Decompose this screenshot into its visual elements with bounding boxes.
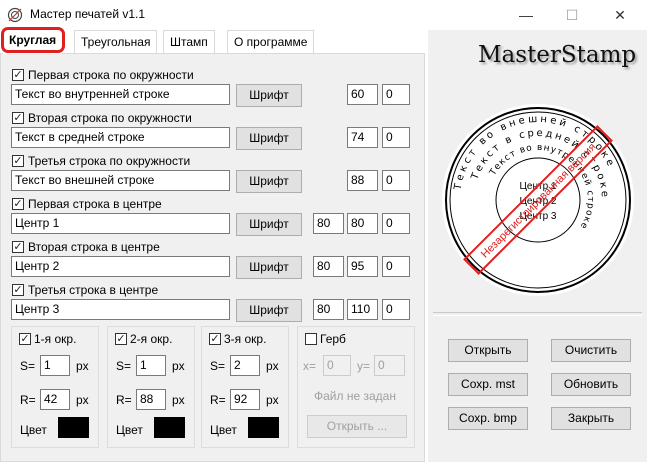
color-swatch[interactable] (58, 417, 89, 438)
row-radius-input[interactable]: 60 (347, 84, 378, 105)
row-text-input[interactable]: Центр 1 (11, 213, 230, 234)
tab-rect-stamp[interactable]: Штамп (163, 30, 215, 53)
row-label: Вторая строка в центре (28, 240, 160, 254)
row-checkbox[interactable]: ✓ (12, 69, 24, 81)
row-checkbox[interactable]: ✓ (12, 198, 24, 210)
stroke-label: S= (20, 359, 36, 373)
maximize-button[interactable]: ☐ (549, 0, 595, 30)
row-label: Первая строка по окружности (28, 68, 194, 82)
emblem-open-button[interactable]: Открыть ... (307, 415, 407, 438)
row-radius-input[interactable]: 74 (347, 127, 378, 148)
stroke-input[interactable]: 1 (40, 355, 70, 376)
radius-label: R= (210, 393, 226, 407)
font-button[interactable]: Шрифт (236, 127, 302, 150)
refresh-button[interactable]: Обновить (551, 373, 631, 396)
window-title: Мастер печатей v1.1 (30, 7, 146, 21)
emblem-y-label: y= (357, 359, 371, 373)
radius-input[interactable]: 42 (40, 389, 70, 410)
stroke-input[interactable]: 1 (136, 355, 166, 376)
row-text-input[interactable]: Центр 2 (11, 256, 230, 277)
row-angle-input[interactable]: 0 (382, 84, 410, 105)
row-radius-input[interactable]: 95 (347, 256, 378, 277)
circle-label: 1-я окр. (34, 332, 77, 346)
emblem-checkbox[interactable] (305, 333, 317, 345)
stroke-input[interactable]: 2 (230, 355, 260, 376)
radius-input[interactable]: 88 (136, 389, 166, 410)
row-angle-input[interactable]: 0 (382, 213, 410, 234)
stroke-unit: px (266, 359, 279, 373)
master-stamp-logo: MasterStamp (478, 42, 637, 68)
stroke-label: S= (210, 359, 226, 373)
row-checkbox[interactable]: ✓ (12, 112, 24, 124)
save-bmp-button[interactable]: Сохр. bmp (448, 407, 528, 430)
row-text-input[interactable]: Текст во внешней строке (11, 170, 230, 191)
font-button[interactable]: Шрифт (236, 213, 302, 236)
stroke-unit: px (172, 359, 185, 373)
row-label: Третья строка в центре (28, 283, 159, 297)
emblem-file-status: Файл не задан (314, 389, 396, 403)
tab-rect-stamp-label: Штамп (170, 35, 208, 49)
save-mst-button[interactable]: Сохр. mst (448, 373, 528, 396)
row-angle-input[interactable]: 0 (382, 299, 410, 320)
row-radius-input[interactable]: 88 (347, 170, 378, 191)
font-button[interactable]: Шрифт (236, 170, 302, 193)
row-label: Первая строка в центре (28, 197, 162, 211)
font-button[interactable]: Шрифт (236, 84, 302, 107)
tab-about-label: О программе (234, 35, 308, 49)
tab-about[interactable]: О программе (227, 30, 315, 53)
circle-checkbox[interactable]: ✓ (115, 333, 127, 345)
minimize-button[interactable]: — (503, 0, 549, 30)
radius-label: R= (20, 393, 36, 407)
radius-unit: px (172, 393, 185, 407)
color-swatch[interactable] (154, 417, 185, 438)
open-button[interactable]: Открыть (448, 339, 528, 362)
row-x-input[interactable]: 80 (313, 299, 344, 320)
row-checkbox[interactable]: ✓ (12, 241, 24, 253)
tab-triangle-label: Треугольная (81, 35, 151, 49)
circle-label: 2-я окр. (130, 332, 173, 346)
color-label: Цвет (116, 423, 143, 437)
row-radius-input[interactable]: 110 (347, 299, 378, 320)
stamp-preview: Текст во внешней строке Текст в средней … (442, 104, 634, 296)
row-angle-input[interactable]: 0 (382, 170, 410, 191)
active-tab-highlight (1, 27, 65, 53)
row-angle-input[interactable]: 0 (382, 256, 410, 277)
row-text-input[interactable]: Текст во внутренней строке (11, 84, 230, 105)
row-checkbox[interactable]: ✓ (12, 155, 24, 167)
row-label: Третья строка по окружности (28, 154, 191, 168)
stamp-app-icon (7, 7, 23, 23)
row-text-input[interactable]: Текст в средней строке (11, 127, 230, 148)
circle-checkbox[interactable]: ✓ (209, 333, 221, 345)
row-text-input[interactable]: Центр 3 (11, 299, 230, 320)
preview-separator (433, 312, 642, 316)
emblem-x-label: x= (303, 359, 317, 373)
row-x-input[interactable]: 80 (313, 213, 344, 234)
circle-label: 3-я окр. (224, 332, 267, 346)
font-button[interactable]: Шрифт (236, 299, 302, 322)
color-label: Цвет (20, 423, 47, 437)
tab-triangle[interactable]: Треугольная (74, 30, 158, 53)
row-label: Вторая строка по окружности (28, 111, 192, 125)
radius-unit: px (76, 393, 89, 407)
radius-label: R= (116, 393, 132, 407)
radius-unit: px (266, 393, 279, 407)
close-window-button[interactable]: ✕ (597, 0, 643, 30)
row-angle-input[interactable]: 0 (382, 127, 410, 148)
emblem-x-input[interactable]: 0 (323, 355, 351, 376)
row-checkbox[interactable]: ✓ (12, 284, 24, 296)
clear-button[interactable]: Очистить (551, 339, 631, 362)
color-swatch[interactable] (248, 417, 279, 438)
stroke-label: S= (116, 359, 132, 373)
stroke-unit: px (76, 359, 89, 373)
radius-input[interactable]: 92 (230, 389, 260, 410)
font-button[interactable]: Шрифт (236, 256, 302, 279)
emblem-label: Герб (320, 332, 346, 346)
close-button[interactable]: Закрыть (551, 407, 631, 430)
circle-checkbox[interactable]: ✓ (19, 333, 31, 345)
row-x-input[interactable]: 80 (313, 256, 344, 277)
emblem-y-input[interactable]: 0 (374, 355, 405, 376)
row-radius-input[interactable]: 80 (347, 213, 378, 234)
color-label: Цвет (210, 423, 237, 437)
